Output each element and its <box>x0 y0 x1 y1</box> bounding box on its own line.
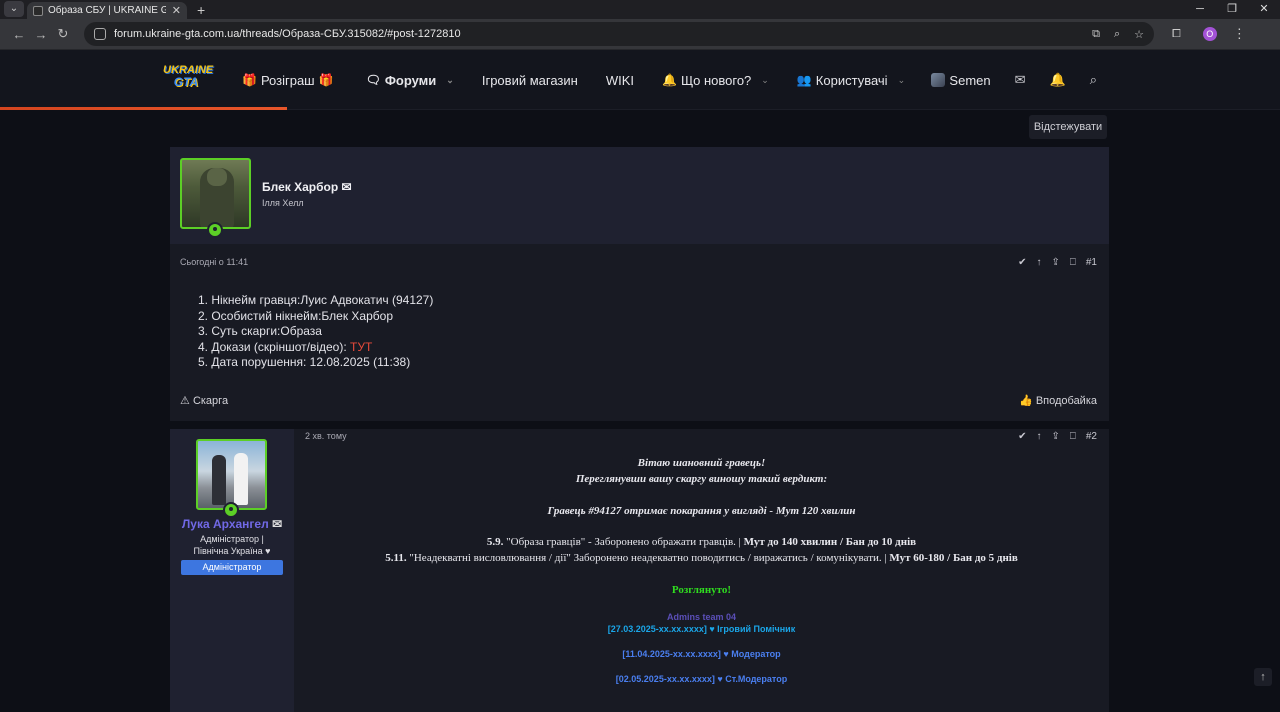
post-2: Лука Архангел ✉ Адміністратор | Північна… <box>170 429 1109 712</box>
window-controls: ─ ❐ ✕ <box>1184 0 1280 19</box>
report-button[interactable]: ⚠ Скарга <box>180 394 228 407</box>
url-text[interactable]: forum.ukraine-gta.com.ua/threads/Образа-… <box>114 28 1078 40</box>
tab-close-icon[interactable]: ✕ <box>172 4 181 17</box>
post-1: Блек Харбор ✉ Ілля Хелл Сьогодні о 11:41… <box>170 147 1109 421</box>
nav-wiki[interactable]: WIKI <box>606 73 634 88</box>
restore-icon[interactable]: ❐ <box>1216 0 1248 19</box>
site-info-icon[interactable] <box>94 28 106 40</box>
greeting-line-2: Переглянувши вашу скаргу виношу такий ве… <box>575 473 828 485</box>
alerts-icon[interactable]: 🔔 <box>1050 72 1066 88</box>
inbox-icon[interactable]: ✉ <box>1015 72 1026 88</box>
user-name[interactable]: Semen <box>949 73 990 88</box>
chat-icon: 🗨 <box>365 73 381 87</box>
tab-favicon-icon <box>33 5 43 16</box>
op-post-number[interactable]: #1 <box>1086 257 1097 268</box>
forward-icon[interactable]: → <box>30 27 52 42</box>
signature-line-2: [11.04.2025-xx.xx.xxxx] ♥ Модератор <box>622 649 781 659</box>
signature-line-3: [02.05.2025-xx.xx.xxxx] ♥ Ст.Модератор <box>615 674 788 684</box>
bookmark-star-icon[interactable]: ☆ <box>1134 28 1144 41</box>
minimize-icon[interactable]: ─ <box>1184 0 1216 19</box>
reply-author[interactable]: Лука Архангел ✉ <box>170 517 294 531</box>
arrow-up-icon[interactable]: ↑ <box>1036 257 1041 268</box>
signature-line-1: [27.03.2025-xx.xx.xxxx] ♥ Ігровий Помічн… <box>607 624 796 634</box>
profile-avatar[interactable]: O <box>1202 27 1217 41</box>
online-status-icon <box>223 502 239 518</box>
site-logo[interactable]: UKRAINE GTA <box>163 64 213 94</box>
user-nav: Semen ✉ 🔔 ⌕ <box>931 50 1097 110</box>
nav-shop[interactable]: Ігровий магазин <box>482 73 578 88</box>
rule-line-1: 5.9. "Образа гравців" - Заборонено ображ… <box>486 536 917 548</box>
online-status-icon <box>207 222 223 238</box>
main-nav: 🎁 Розіграш 🎁 🗨 Форуми ⌄ Ігровий магазин … <box>242 50 933 110</box>
op-avatar[interactable] <box>180 158 251 229</box>
browser-toolbar: ← → ↻ forum.ukraine-gta.com.ua/threads/О… <box>0 19 1280 50</box>
gift-icon: 🎁 <box>242 73 257 87</box>
chevron-down-icon[interactable]: ⌄ <box>898 75 906 86</box>
role-badge: Адміністратор <box>181 560 283 575</box>
site-header: UKRAINE GTA 🎁 Розіграш 🎁 🗨 Форуми ⌄ Ігро… <box>0 50 1280 110</box>
watch-thread-button[interactable]: Відстежувати <box>1029 115 1107 139</box>
signature-team: Admins team 04 <box>666 612 737 622</box>
status-text: Розглянуто! <box>671 584 732 596</box>
op-author-title: Ілля Хелл <box>262 198 304 208</box>
extensions-icon[interactable]: ⧠ <box>1172 28 1181 41</box>
evidence-link[interactable]: ТУТ <box>350 340 372 354</box>
op-body: 1. Нікнейм гравця:Луис Адвокатич (94127)… <box>198 293 434 369</box>
bell-icon: 🔔 <box>661 73 677 87</box>
op-author[interactable]: Блек Харбор ✉ <box>262 180 352 194</box>
reply-author-title: Адміністратор | Північна Україна ♥ <box>193 534 271 556</box>
new-tab-button[interactable]: + <box>197 2 205 18</box>
browser-menu-icon[interactable]: ⋮ <box>1233 26 1246 42</box>
users-icon: 👥 <box>796 73 812 87</box>
op-time[interactable]: Сьогодні о 11:41 <box>180 257 248 267</box>
install-app-icon[interactable]: ⧉ <box>1092 28 1100 41</box>
op-post-actions: ✔ ↑ ⇪ ⎕ #1 <box>1008 257 1097 268</box>
scroll-to-top-button[interactable]: ↑ <box>1254 668 1272 686</box>
zoom-icon[interactable]: ⌕ <box>1114 28 1120 41</box>
thread-content: Відстежувати Блек Харбор ✉ Ілля Хелл Сьо… <box>0 110 1280 712</box>
address-bar[interactable]: forum.ukraine-gta.com.ua/threads/Образа-… <box>84 22 1154 46</box>
user-avatar[interactable] <box>931 73 946 87</box>
nav-users[interactable]: 👥 Користувачі ⌄ <box>797 73 905 88</box>
nav-giveaway[interactable]: 🎁 Розіграш 🎁 <box>242 73 338 88</box>
nav-whats-new[interactable]: 🔔 Що нового? ⌄ <box>662 73 769 88</box>
reply-avatar[interactable] <box>196 439 267 510</box>
verdict-line: Гравець #94127 отримає покарання у вигля… <box>547 505 856 517</box>
search-icon[interactable]: ⌕ <box>1090 72 1097 88</box>
thumbs-up-icon: 👍 <box>1019 395 1033 407</box>
like-button[interactable]: 👍 Вподобайка <box>1019 394 1097 407</box>
tab-title: Образа СБУ | UKRAINE GTA - I… <box>48 5 166 16</box>
bookmark-icon[interactable]: ⎕ <box>1070 257 1076 268</box>
post-1-header: Блек Харбор ✉ Ілля Хелл <box>170 147 1109 244</box>
reply-user-panel: Лука Архангел ✉ Адміністратор | Північна… <box>170 429 294 712</box>
gift-icon: 🎁 <box>318 73 334 87</box>
message-icon[interactable]: ✉ <box>342 180 352 194</box>
nav-forums[interactable]: 🗨 Форуми ⌄ <box>366 73 454 88</box>
browser-tab-strip: ⌄ Образа СБУ | UKRAINE GTA - I… ✕ + ─ ❐ … <box>0 0 1280 19</box>
close-window-icon[interactable]: ✕ <box>1248 0 1280 19</box>
tab-search-button[interactable]: ⌄ <box>4 1 24 17</box>
greeting-line: Вітаю шановний гравець! <box>637 457 766 469</box>
chevron-down-icon[interactable]: ⌄ <box>446 75 454 86</box>
warning-icon: ⚠ <box>180 395 190 407</box>
share-icon[interactable]: ⇪ <box>1051 257 1059 268</box>
chevron-down-icon[interactable]: ⌄ <box>761 75 769 86</box>
rule-line-2: 5.11. "Неадекватні висловлювання / дії" … <box>385 552 1018 564</box>
back-icon[interactable]: ← <box>8 27 30 42</box>
browser-tab[interactable]: Образа СБУ | UKRAINE GTA - I… ✕ <box>27 2 187 19</box>
message-icon[interactable]: ✉ <box>272 517 282 531</box>
reload-icon[interactable]: ↻ <box>52 26 74 42</box>
check-icon[interactable]: ✔ <box>1018 257 1026 268</box>
reply-body: Вітаю шановний гравець! Переглянувши ваш… <box>294 429 1109 712</box>
